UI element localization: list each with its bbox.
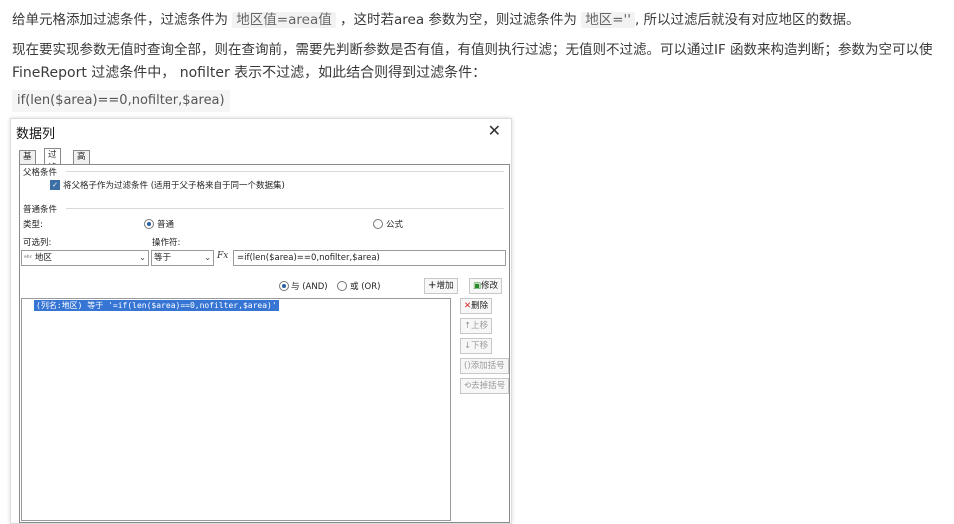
operator-select-value: 等于 <box>154 253 172 263</box>
normal-condition-label: 普通条件 <box>23 205 58 215</box>
article-text: 给单元格添加过滤条件，过滤条件为 <box>12 12 233 28</box>
add-button[interactable]: ＋增加 <box>424 278 458 294</box>
parent-filter-checkbox-label: 将父格子作为过滤条件 (适用于父子格来自于同一个数据集) <box>63 181 285 191</box>
bracket-icon: () <box>464 361 471 371</box>
columns-label: 可选列: <box>23 238 52 248</box>
fx-icon[interactable]: Fx <box>217 251 228 261</box>
column-select[interactable]: ᵃᵇᶜ 地区 ⌄ <box>21 250 149 266</box>
article-text: ，这时若area 参数为空，则过滤条件为 <box>335 12 582 28</box>
divider <box>66 171 504 172</box>
move-up-button[interactable]: ↑上移 <box>460 318 493 334</box>
article-paragraph-2: 现在要实现参数无值时查询全部，则在查询前，需要先判断参数是否有值，有值则执行过滤… <box>12 42 933 58</box>
radio-and[interactable] <box>279 281 289 291</box>
parent-condition-label: 父格条件 <box>23 168 58 178</box>
radio-and-label: 与 (AND) <box>291 282 328 292</box>
tab-basic[interactable]: 基本 <box>19 150 36 175</box>
delete-button-label: 删除 <box>471 301 489 311</box>
move-down-button[interactable]: ↓下移 <box>460 338 493 354</box>
inline-code: 地区值=area值 <box>232 12 336 28</box>
code-block: if(len($area)==0,nofilter,$area) <box>12 90 230 112</box>
add-bracket-button[interactable]: ()添加括号 <box>460 358 509 374</box>
divider <box>66 208 504 209</box>
chevron-down-icon: ⌄ <box>204 253 211 262</box>
add-bracket-label: 添加括号 <box>470 361 505 371</box>
radio-formula-label: 公式 <box>386 220 404 230</box>
type-label: 类型: <box>23 220 43 230</box>
tab-filter[interactable]: 过滤 <box>44 148 61 173</box>
article-paragraph-3: FineReport 过滤条件中， nofilter 表示不过滤，如此结合则得到… <box>12 65 487 81</box>
operator-select[interactable]: 等于 ⌄ <box>151 250 214 266</box>
data-column-dialog: 数据列 ✕ 基本 过滤 高级 父格条件 ✓ 将父格子作为过滤条件 (适用于父子格… <box>10 118 512 524</box>
add-button-label: 增加 <box>436 281 454 291</box>
radio-normal-label: 普通 <box>157 220 175 230</box>
remove-bracket-button[interactable]: ⟲去掉括号 <box>460 378 510 394</box>
radio-or-label: 或 (OR) <box>350 282 381 292</box>
article-text: , 所以过滤后就没有对应地区的数据。 <box>634 12 860 28</box>
edit-icon: ▣ <box>473 281 482 291</box>
inline-code: 地区='' <box>581 12 635 28</box>
abc-field-icon: ᵃᵇᶜ <box>24 254 33 262</box>
parent-filter-checkbox[interactable]: ✓ <box>50 180 60 190</box>
operator-label: 操作符: <box>152 238 181 248</box>
tab-advanced[interactable]: 高级 <box>73 150 90 175</box>
remove-bracket-label: 去掉括号 <box>471 381 506 391</box>
modify-button-label: 修改 <box>481 281 499 291</box>
condition-list[interactable]: (列名:地区) 等于 '=if(len($area)==0,nofilter,$… <box>21 298 451 521</box>
chevron-down-icon: ⌄ <box>139 253 146 262</box>
move-up-label: 上移 <box>471 321 489 331</box>
filter-panel: 父格条件 ✓ 将父格子作为过滤条件 (适用于父子格来自于同一个数据集) 普通条件… <box>19 164 510 523</box>
article-paragraph-1: 给单元格添加过滤条件，过滤条件为 地区值=area值 ，这时若area 参数为空… <box>12 10 860 30</box>
plus-icon: ＋ <box>428 281 437 291</box>
delete-button[interactable]: ✕删除 <box>460 298 493 314</box>
modify-button[interactable]: ▣修改 <box>469 278 503 294</box>
move-down-label: 下移 <box>471 341 489 351</box>
radio-normal[interactable] <box>144 219 154 229</box>
column-select-value: 地区 <box>35 253 53 263</box>
radio-or[interactable] <box>337 281 347 291</box>
close-icon[interactable]: ✕ <box>488 121 501 140</box>
dialog-title: 数据列 <box>16 127 56 142</box>
condition-item[interactable]: (列名:地区) 等于 '=if(len($area)==0,nofilter,$… <box>34 300 279 311</box>
radio-formula[interactable] <box>373 219 383 229</box>
formula-input[interactable]: =if(len($area)==0,nofilter,$area) <box>233 250 506 266</box>
